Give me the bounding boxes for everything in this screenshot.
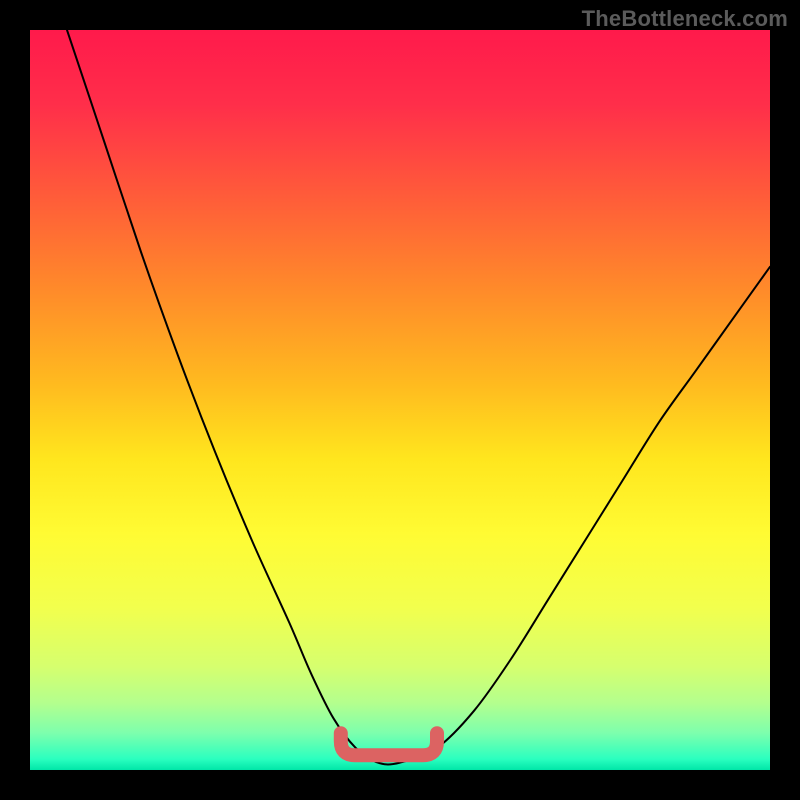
plot-area [30,30,770,770]
chart-svg [30,30,770,770]
watermark-text: TheBottleneck.com [582,6,788,32]
gradient-background [30,30,770,770]
chart-frame: TheBottleneck.com [0,0,800,800]
